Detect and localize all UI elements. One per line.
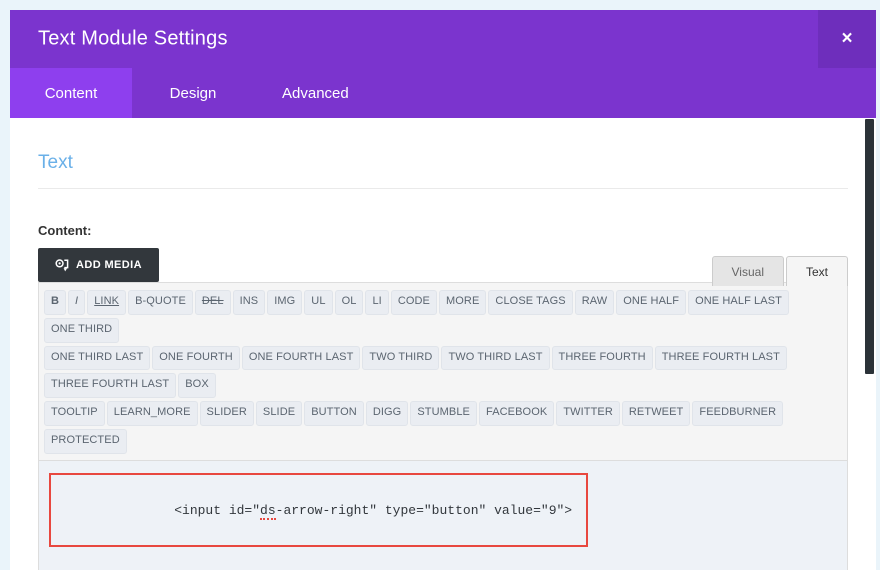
quicktag-button[interactable]: ONE FOURTH	[152, 346, 240, 371]
modal-content-area: Text Content: ADD MED	[10, 118, 876, 570]
content-field-label: Content:	[38, 223, 848, 238]
tab-content[interactable]: Content	[10, 68, 132, 118]
quicktag-button[interactable]: SLIDE	[256, 401, 302, 426]
quicktag-button[interactable]: ONE HALF	[616, 290, 686, 315]
quicktag-button[interactable]: BUTTON	[304, 401, 364, 426]
quicktag-button[interactable]: INS	[233, 290, 266, 315]
modal-titlebar: Text Module Settings ×	[10, 10, 876, 68]
quicktag-button[interactable]: STUMBLE	[410, 401, 477, 426]
quicktag-button[interactable]: TWO THIRD LAST	[441, 346, 549, 371]
quicktags-toolbar: BILINKB-QUOTEDELINSIMGULOLLICODEMORECLOS…	[38, 282, 848, 460]
quicktag-button[interactable]: SLIDER	[200, 401, 254, 426]
quicktag-button[interactable]: ONE HALF LAST	[688, 290, 789, 315]
quicktags-row: BILINKB-QUOTEDELINSIMGULOLLICODEMORECLOS…	[44, 289, 842, 345]
quicktag-button[interactable]: I	[68, 290, 85, 315]
tab-text-mode[interactable]: Text	[786, 256, 848, 286]
media-icon	[55, 259, 69, 272]
quicktag-button[interactable]: THREE FOURTH LAST	[44, 373, 176, 398]
quicktag-button[interactable]: RETWEET	[622, 401, 690, 426]
quicktag-button[interactable]: THREE FOURTH LAST	[655, 346, 787, 371]
quicktag-button[interactable]: CLOSE TAGS	[488, 290, 572, 315]
quicktags-row: ONE THIRD LASTONE FOURTHONE FOURTH LASTT…	[44, 345, 842, 401]
code-before: <input id="	[174, 503, 260, 518]
code-content: <input id="ds-arrow-right" type="button"…	[65, 503, 572, 534]
quicktag-button[interactable]: FEEDBURNER	[692, 401, 783, 426]
tab-advanced[interactable]: Advanced	[254, 68, 377, 118]
quicktag-button[interactable]: UL	[304, 290, 332, 315]
modal-tabbar: Content Design Advanced	[10, 68, 876, 118]
quicktag-button[interactable]: RAW	[575, 290, 615, 315]
add-media-button[interactable]: ADD MEDIA	[38, 248, 159, 282]
quicktag-button[interactable]: TOOLTIP	[44, 401, 105, 426]
quicktag-button[interactable]: TWITTER	[556, 401, 620, 426]
code-after: -arrow-right" type="button" value="9">	[276, 503, 572, 518]
quicktag-button[interactable]: DEL	[195, 290, 231, 315]
quicktag-button[interactable]: B-QUOTE	[128, 290, 193, 315]
close-icon: ×	[841, 28, 852, 49]
quicktag-button[interactable]: FACEBOOK	[479, 401, 554, 426]
tab-visual-mode[interactable]: Visual	[712, 256, 784, 286]
wp-editor: ADD MEDIA Visual Text BILINKB-QUOTEDELIN…	[38, 248, 848, 570]
quicktag-button[interactable]: OL	[335, 290, 364, 315]
section-title: Text	[38, 148, 848, 188]
code-textarea[interactable]: <input id="ds-arrow-right" type="button"…	[38, 460, 848, 570]
quicktag-button[interactable]: B	[44, 290, 66, 315]
quicktag-button[interactable]: THREE FOURTH	[552, 346, 653, 371]
quicktag-button[interactable]: LINK	[87, 290, 126, 315]
quicktags-row: TOOLTIPLEARN_MORESLIDERSLIDEBUTTONDIGGST…	[44, 400, 842, 456]
tab-design[interactable]: Design	[132, 68, 254, 118]
quicktag-button[interactable]: DIGG	[366, 401, 409, 426]
code-highlight-box: <input id="ds-arrow-right" type="button"…	[49, 473, 588, 547]
quicktag-button[interactable]: MORE	[439, 290, 486, 315]
editor-toolbar-top: ADD MEDIA Visual Text	[38, 248, 848, 282]
quicktag-button[interactable]: ONE FOURTH LAST	[242, 346, 361, 371]
text-module-settings-modal: Text Module Settings × Content Design Ad…	[10, 10, 876, 570]
settings-panel: Text Content: ADD MED	[10, 118, 876, 570]
quicktag-button[interactable]: LEARN_MORE	[107, 401, 198, 426]
spellcheck-misspelled-word: ds	[260, 503, 276, 520]
quicktag-button[interactable]: LI	[365, 290, 388, 315]
content-scrollbar-thumb[interactable]	[865, 119, 874, 374]
section-divider	[38, 188, 848, 189]
quicktag-button[interactable]: TWO THIRD	[362, 346, 439, 371]
quicktag-button[interactable]: PROTECTED	[44, 429, 127, 454]
quicktag-button[interactable]: BOX	[178, 373, 216, 398]
close-button[interactable]: ×	[818, 10, 876, 68]
quicktag-button[interactable]: IMG	[267, 290, 302, 315]
quicktag-button[interactable]: ONE THIRD	[44, 318, 119, 343]
quicktag-button[interactable]: CODE	[391, 290, 437, 315]
modal-title: Text Module Settings	[38, 28, 228, 51]
add-media-label: ADD MEDIA	[76, 259, 142, 271]
content-scrollbar-track[interactable]	[863, 118, 876, 570]
editor-mode-tabs: Visual Text	[712, 256, 848, 286]
quicktag-button[interactable]: ONE THIRD LAST	[44, 346, 150, 371]
